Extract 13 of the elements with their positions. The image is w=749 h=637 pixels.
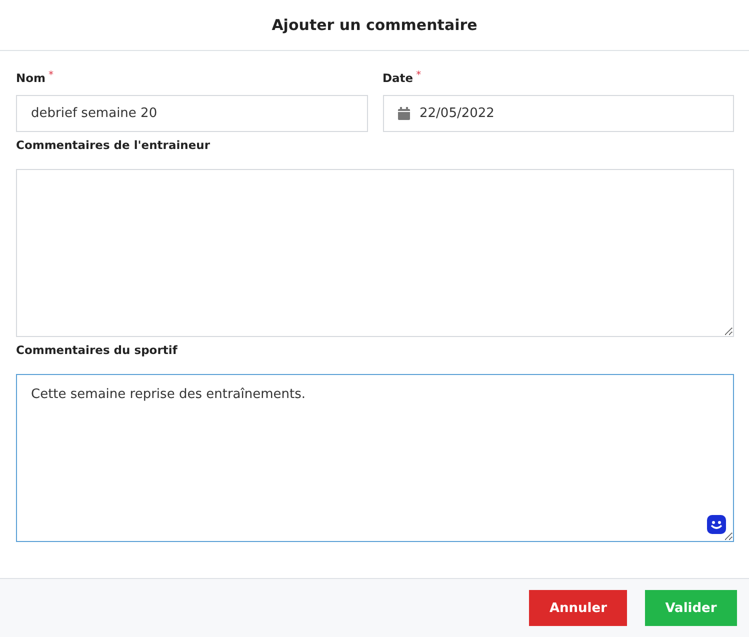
field-label: Nom [16, 71, 46, 86]
date-field[interactable]: 22/05/2022 [382, 95, 734, 132]
calendar-icon [398, 107, 410, 120]
field-label: Commentaires du sportif [16, 343, 178, 358]
smiley-icon[interactable] [707, 515, 726, 534]
input-field[interactable]: debrief semaine 20 [16, 95, 368, 132]
required-mark: * [48, 71, 54, 82]
field-label: Date [382, 71, 414, 86]
dialog-title: Ajouter un commentaire [272, 16, 478, 34]
text-area[interactable]: Cette semaine reprise des entraînements. [16, 374, 734, 542]
field-label: Commentaires de l'entraineur [16, 138, 210, 152]
cancel-button[interactable]: Annuler [529, 590, 627, 626]
required-mark: * [416, 71, 422, 82]
